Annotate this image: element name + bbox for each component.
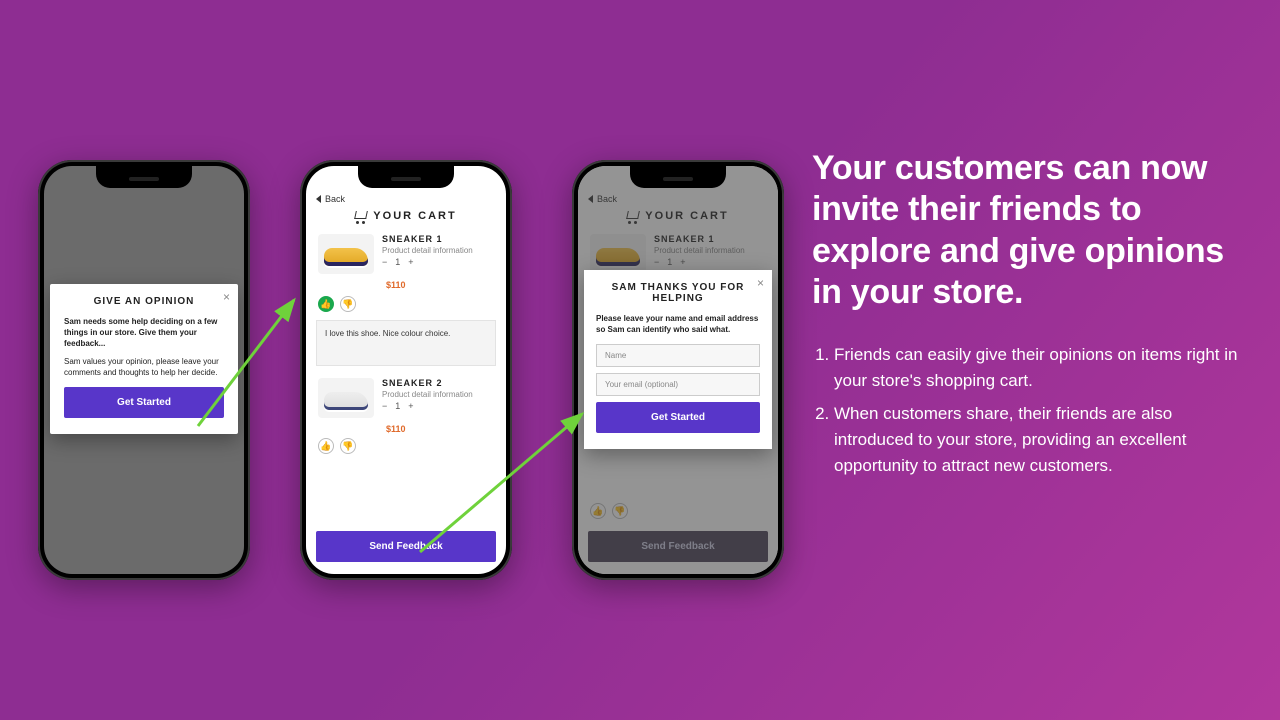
back-button[interactable]: Back (306, 190, 506, 204)
back-label: Back (325, 194, 345, 204)
phone-notch (630, 166, 726, 188)
modal-lead: Sam needs some help deciding on a few th… (64, 317, 224, 349)
quantity-stepper[interactable]: −1+ (382, 401, 494, 411)
product-subtitle: Product detail information (382, 390, 494, 399)
list-item: When customers share, their friends are … (834, 401, 1242, 480)
marketing-slide: × GIVE AN OPINION Sam needs some help de… (0, 0, 1280, 720)
modal-title: SAM THANKS YOU FOR HELPING (596, 282, 760, 304)
product-subtitle: Product detail information (382, 246, 494, 255)
opinion-modal: × GIVE AN OPINION Sam needs some help de… (50, 284, 238, 434)
phone-notch (358, 166, 454, 188)
get-started-button[interactable]: Get Started (596, 402, 760, 433)
thumbs-down-icon[interactable]: 👎 (340, 438, 356, 454)
phone-mock-1: × GIVE AN OPINION Sam needs some help de… (38, 160, 250, 580)
product-price: $110 (386, 424, 506, 434)
modal-body: Please leave your name and email address… (596, 314, 760, 336)
name-input[interactable]: Name (596, 344, 760, 367)
get-started-button[interactable]: Get Started (64, 387, 224, 418)
modal-body: Sam values your opinion, please leave yo… (64, 357, 224, 379)
cart-item: SNEAKER 2 Product detail information −1+ (306, 374, 506, 420)
thumbs-up-icon[interactable]: 👍 (318, 296, 334, 312)
feature-list: Friends can easily give their opinions o… (812, 342, 1242, 480)
thumbs-down-icon[interactable]: 👎 (340, 296, 356, 312)
headline-block: Your customers can now invite their frie… (812, 148, 1242, 486)
phone-mock-3: Back YOUR CART SNEAKER 1 Product detail … (572, 160, 784, 580)
cart-heading: YOUR CART (306, 210, 506, 222)
cart-item: SNEAKER 1 Product detail information −1+ (306, 230, 506, 276)
comment-input[interactable]: I love this shoe. Nice colour choice. (316, 320, 496, 366)
headline: Your customers can now invite their frie… (812, 148, 1242, 314)
product-name: SNEAKER 2 (382, 378, 494, 388)
cart-icon (355, 211, 367, 222)
list-item: Friends can easily give their opinions o… (834, 342, 1242, 395)
product-thumb (318, 378, 374, 418)
modal-title: GIVE AN OPINION (64, 296, 224, 307)
send-feedback-button[interactable]: Send Feedback (316, 531, 496, 562)
email-input[interactable]: Your email (optional) (596, 373, 760, 396)
product-name: SNEAKER 1 (382, 234, 494, 244)
phone-mock-2: Back YOUR CART SNEAKER 1 Product detail … (300, 160, 512, 580)
close-icon[interactable]: × (757, 276, 764, 290)
thank-you-modal: × SAM THANKS YOU FOR HELPING Please leav… (584, 270, 772, 449)
product-price: $110 (386, 280, 506, 290)
close-icon[interactable]: × (223, 290, 230, 304)
quantity-stepper[interactable]: −1+ (382, 257, 494, 267)
chevron-left-icon (316, 195, 321, 203)
thumbs-up-icon[interactable]: 👍 (318, 438, 334, 454)
phone-notch (96, 166, 192, 188)
product-thumb (318, 234, 374, 274)
